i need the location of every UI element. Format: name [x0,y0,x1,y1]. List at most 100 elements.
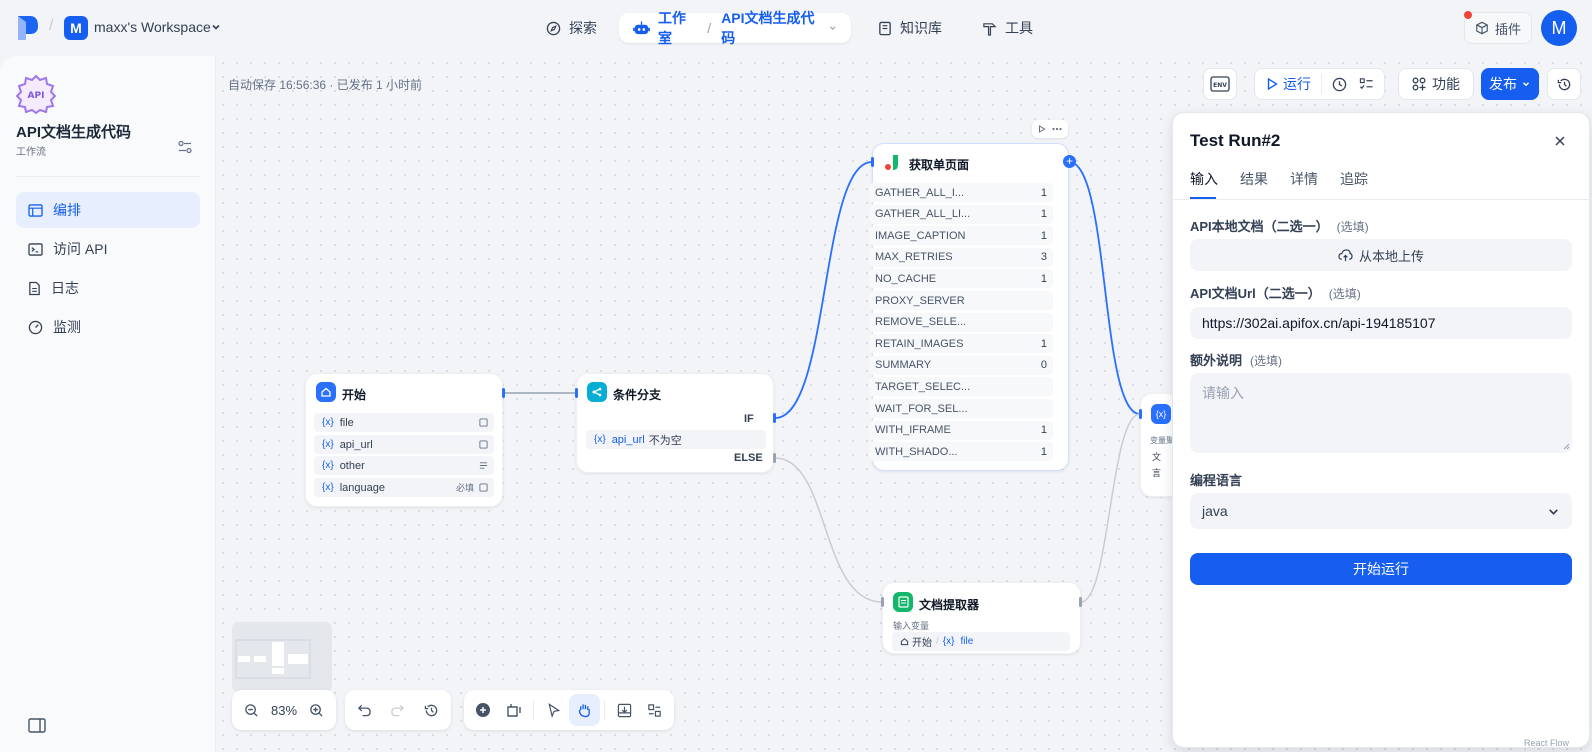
run-button[interactable]: 运行 [1267,74,1322,94]
fetch-param-row: NO_CACHE 1 [869,269,1053,289]
add-note-tool[interactable] [499,694,530,726]
checklist-list-button[interactable] [1353,77,1380,91]
upload-label: 从本地上传 [1358,248,1424,264]
version-history-button[interactable] [1547,68,1581,100]
features-button[interactable]: 功能 [1398,68,1474,100]
url-input[interactable]: https://302ai.apifox.cn/api-194185107 [1190,307,1572,339]
select-type-icon [479,483,488,492]
tab-input[interactable]: 输入 [1190,169,1218,189]
upload-button[interactable]: 从本地上传 [1190,239,1572,271]
zoom-out-button[interactable] [236,694,267,726]
extra-label-text: 额外说明 [1190,353,1243,368]
undo-button[interactable] [349,694,380,726]
param-name: WAIT_FOR_SEL... [875,402,968,415]
chevron-down-icon [1523,82,1529,87]
minimap[interactable] [232,622,332,692]
else-output-handle[interactable] [773,453,776,463]
fetch-param-row: IMAGE_CAPTION 1 [869,226,1053,246]
param-name: IMAGE_CAPTION [875,229,966,242]
zoom-in-icon [310,703,323,717]
fetch-input-handle[interactable] [871,157,874,167]
checklist-button[interactable] [1322,77,1353,92]
fetch-param-row: REMOVE_SELE... [869,312,1053,332]
export-image-tool[interactable] [609,694,640,726]
zoom-level[interactable]: 83% [267,703,302,718]
param-name: WITH_IFRAME [875,424,951,437]
start-var-row: {x} api_url [314,435,494,454]
local-doc-label: API本地文档（二选一） (选填) [1190,216,1369,235]
more-icon[interactable] [1052,127,1062,131]
var-name: api_url [339,438,373,451]
tab-detail[interactable]: 详情 [1290,169,1318,189]
tab-result[interactable]: 结果 [1240,169,1268,189]
param-name: GATHER_ALL_LI... [875,208,971,221]
hand-tool[interactable] [569,694,600,726]
variable-icon: {x} [1151,404,1171,424]
if-output-handle[interactable] [773,413,776,423]
tab-tracing[interactable]: 追踪 [1340,169,1368,189]
react-flow-attribution[interactable]: React Flow [1524,738,1569,748]
language-select[interactable]: java [1190,493,1572,529]
branch-icon [587,382,607,402]
start-output-handle[interactable] [502,388,505,398]
else-label: ELSE [734,452,763,464]
language-value: java [1202,503,1228,519]
var-name: language [339,481,385,494]
if-label: IF [744,413,754,425]
cursor-icon [548,702,560,718]
tab-divider [1173,199,1591,200]
extractor-output-handle[interactable] [1079,597,1082,607]
extra-textarea[interactable]: 请输入 [1190,373,1572,453]
param-value: 1 [1040,445,1047,458]
extractor-input-handle[interactable] [881,597,884,607]
resize-handle-icon[interactable] [1563,443,1570,450]
var-name: file [339,416,354,429]
play-icon[interactable] [1038,125,1046,133]
close-icon[interactable] [1554,135,1566,147]
start-var-row: {x} language 必填 [314,478,494,497]
url-label-text: API文档Url（二选一） [1190,286,1321,301]
zoom-out-icon [245,703,258,717]
fetch-param-row: SUMMARY 0 [869,355,1053,375]
param-name: RETAIN_IMAGES [875,337,964,350]
organize-tool[interactable] [639,694,670,726]
grid-icon [648,703,661,717]
param-name: PROXY_SERVER [875,294,965,307]
aggregator-input-handle[interactable] [1139,409,1142,419]
fetch-param-row: WITH_IFRAME 1 [869,420,1053,440]
timer-check-icon [1332,77,1347,91]
param-name: REMOVE_SELE... [875,316,967,329]
hand-icon [578,704,590,718]
fetch-param-row: PROXY_SERVER [869,291,1053,310]
paragraph-type-icon [479,462,488,469]
edge-if-to-fetch [774,161,873,419]
history-controls [345,690,451,730]
history-button[interactable] [416,694,447,726]
condition-node-title: 条件分支 [613,388,662,402]
cloud-upload-icon [1338,248,1353,261]
fetch-param-row: GATHER_ALL_LI... 1 [869,204,1053,224]
required-tag: 必填 [455,483,474,493]
param-value: 1 [1040,229,1047,242]
url-label: API文档Url（二选一） (选填) [1190,283,1361,302]
fetch-param-row: RETAIN_IMAGES 1 [869,334,1053,354]
fetch-param-row: TARGET_SELEC... [869,377,1053,397]
param-value: 1 [1040,424,1047,437]
svg-text:ENV: ENV [1213,82,1227,89]
param-name: NO_CACHE [875,272,937,285]
condition-var: api_url [611,433,645,446]
pointer-tool[interactable] [538,694,569,726]
condition-input-handle[interactable] [575,388,578,398]
aggregator-label: 变量聚 [1150,436,1172,445]
optional-tag: (选填) [1250,354,1283,368]
zoom-in-button[interactable] [301,694,332,726]
start-run-button[interactable]: 开始运行 [1190,553,1572,585]
condition-row: {x} api_url 不为空 [586,430,766,449]
aggregator-row: 文 [1152,452,1162,462]
redo-button[interactable] [382,694,413,726]
add-node-tool[interactable] [468,694,499,726]
publish-button[interactable]: 发布 [1481,68,1539,100]
env-button[interactable]: ENV [1203,68,1237,100]
home-icon [900,638,909,646]
add-node-button[interactable]: + [1063,155,1076,168]
